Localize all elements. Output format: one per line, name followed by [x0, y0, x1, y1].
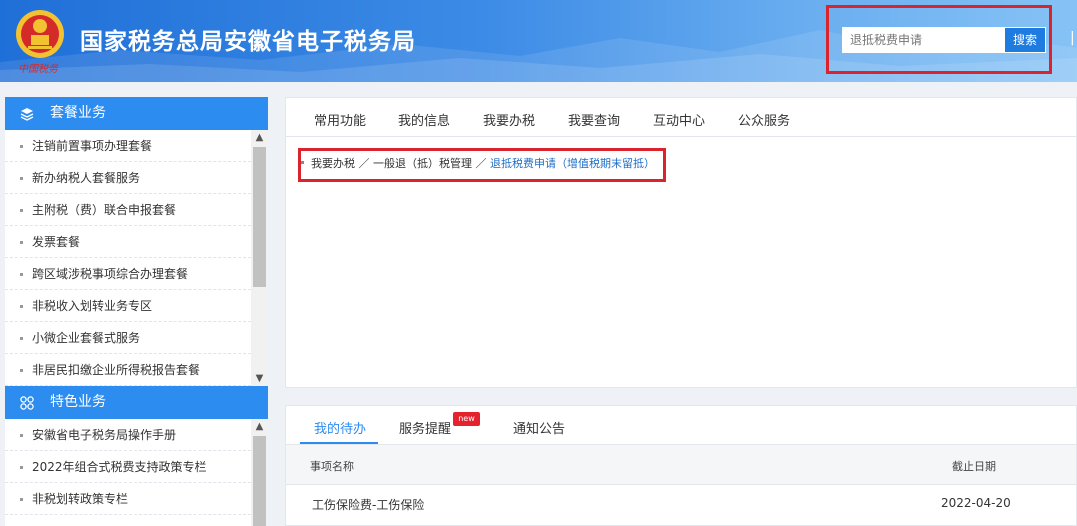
- sidebar-scrollbar-feature[interactable]: ▲: [251, 419, 268, 526]
- column-header-name: 事项名称: [310, 460, 354, 473]
- tab-interaction[interactable]: 互动中心: [653, 110, 705, 129]
- scroll-thumb[interactable]: [253, 147, 266, 287]
- sidebar-item[interactable]: 非居民扣缴企业所得税报告套餐: [5, 354, 251, 386]
- breadcrumb: 我要办税 ／ 一般退（抵）税管理 ／ 退抵税费申请（增值税期末留抵）: [311, 155, 655, 171]
- column-header-deadline: 截止日期: [952, 460, 996, 473]
- sidebar-section-feature[interactable]: 特色业务: [5, 386, 268, 419]
- svg-text:中国税务: 中国税务: [18, 63, 59, 75]
- sidebar-item[interactable]: 跨区域涉税事项综合办理套餐: [5, 258, 251, 290]
- scroll-down-arrow-icon[interactable]: ▼: [251, 371, 268, 387]
- tab-service-reminder[interactable]: 服务提醒: [399, 418, 451, 437]
- todo-panel: 我的待办 服务提醒 new 通知公告 事项名称 截止日期 工伤保险费-工伤保险 …: [285, 405, 1077, 526]
- sidebar-item[interactable]: 小微企业套餐式服务: [5, 322, 251, 354]
- search-input[interactable]: [842, 27, 1004, 53]
- sidebar-list-feature: 安徽省电子税务局操作手册 2022年组合式税费支持政策专栏 非税划转政策专栏: [5, 419, 251, 526]
- main-tabs: 常用功能 我的信息 我要办税 我要查询 互动中心 公众服务: [286, 98, 1076, 137]
- sidebar-item[interactable]: 安徽省电子税务局操作手册: [5, 419, 251, 451]
- sidebar-item[interactable]: 发票套餐: [5, 226, 251, 258]
- new-badge: new: [453, 412, 480, 426]
- tax-emblem-icon: [16, 10, 64, 58]
- sidebar-item[interactable]: 非税收入划转业务专区: [5, 290, 251, 322]
- tab-notice[interactable]: 通知公告: [513, 418, 565, 437]
- breadcrumb-separator: ／: [475, 157, 487, 170]
- breadcrumb-current[interactable]: 退抵税费申请（增值税期末留抵）: [490, 157, 655, 170]
- breadcrumb-separator: ／: [358, 157, 370, 170]
- scroll-up-arrow-icon[interactable]: ▲: [251, 419, 268, 435]
- scroll-up-arrow-icon[interactable]: ▲: [251, 130, 268, 146]
- scroll-thumb[interactable]: [253, 436, 266, 526]
- tab-tax-handling[interactable]: 我要办税: [483, 110, 535, 129]
- breadcrumb-item[interactable]: 我要办税: [311, 157, 355, 170]
- sidebar-item[interactable]: 非税划转政策专栏: [5, 483, 251, 515]
- sidebar-item[interactable]: 主附税（费）联合申报套餐: [5, 194, 251, 226]
- sidebar-scrollbar-package[interactable]: ▲ ▼: [251, 130, 268, 387]
- tab-public-service[interactable]: 公众服务: [738, 110, 790, 129]
- search-button[interactable]: 搜索: [1004, 27, 1046, 53]
- sidebar-item[interactable]: 新办纳税人套餐服务: [5, 162, 251, 194]
- sidebar-section-package[interactable]: 套餐业务: [5, 97, 268, 130]
- sidebar-section-title: 特色业务: [50, 394, 106, 410]
- layers-icon: [20, 108, 34, 121]
- active-tab-underline: [300, 442, 378, 444]
- tab-my-info[interactable]: 我的信息: [398, 110, 450, 129]
- breadcrumb-bullet: [301, 161, 304, 164]
- grid-icon: [20, 396, 34, 410]
- sidebar-section-title: 套餐业务: [50, 105, 106, 121]
- sidebar-item[interactable]: 2022年组合式税费支持政策专栏: [5, 451, 251, 483]
- tab-my-todo[interactable]: 我的待办: [314, 418, 366, 437]
- table-header: 事项名称 截止日期: [286, 445, 1076, 485]
- emblem-caption-logo: 中国税务: [18, 63, 59, 75]
- todo-tabs: 我的待办 服务提醒 new 通知公告: [286, 406, 1076, 445]
- row-item-name[interactable]: 工伤保险费-工伤保险: [312, 496, 424, 513]
- header-edge-glyph: |: [1070, 30, 1075, 46]
- function-panel: 常用功能 我的信息 我要办税 我要查询 互动中心 公众服务 我要办税 ／ 一般退…: [285, 97, 1077, 388]
- sidebar-list-package: 注销前置事项办理套餐 新办纳税人套餐服务 主附税（费）联合申报套餐 发票套餐 跨…: [5, 130, 251, 387]
- tab-common[interactable]: 常用功能: [314, 110, 366, 129]
- tab-query[interactable]: 我要查询: [568, 110, 620, 129]
- site-title: 国家税务总局安徽省电子税务局: [80, 29, 416, 55]
- sidebar: 套餐业务 注销前置事项办理套餐 新办纳税人套餐服务 主附税（费）联合申报套餐 发…: [5, 97, 268, 526]
- breadcrumb-item[interactable]: 一般退（抵）税管理: [373, 157, 472, 170]
- row-item-deadline: 2022-04-20: [941, 496, 1011, 510]
- sidebar-item[interactable]: 注销前置事项办理套餐: [5, 130, 251, 162]
